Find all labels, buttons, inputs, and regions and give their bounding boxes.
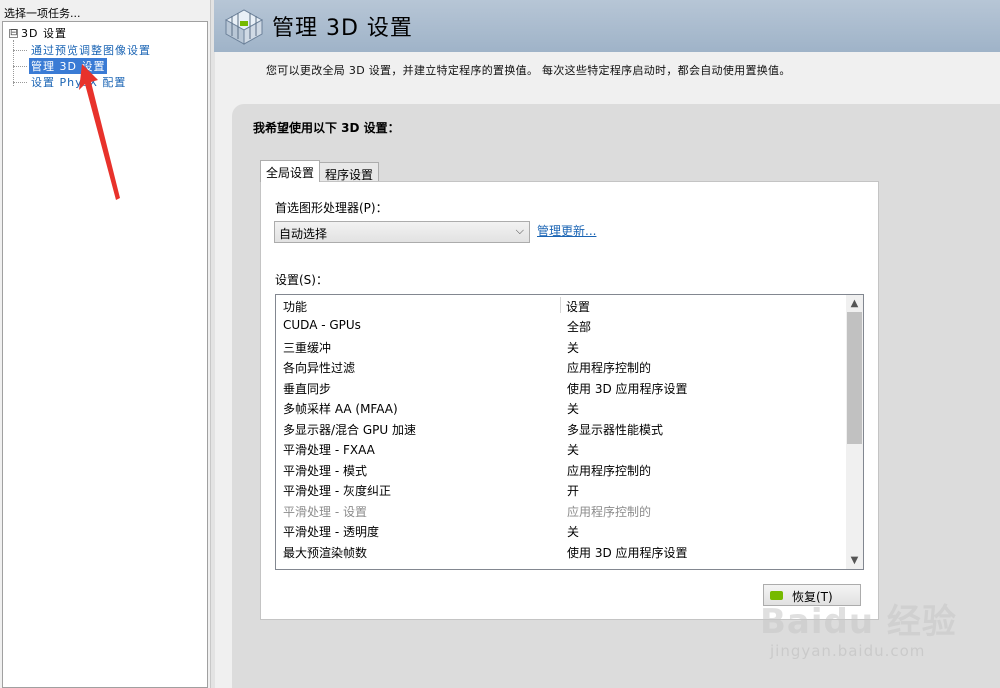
tree-item-adjust-image-preview[interactable]: 通过预览调整图像设置 [13,42,153,58]
setting-cell[interactable]: 多显示器性能模式 [567,421,663,438]
preferred-gpu-label: 首选图形处理器(P)： [275,201,388,215]
table-row[interactable]: 最大预渲染帧数 使用 3D 应用程序设置 [276,541,846,561]
scroll-up-icon[interactable]: ▲ [846,295,863,312]
setting-cell[interactable]: 全部 [567,318,591,335]
table-row[interactable]: 平滑处理 - 设置 应用程序控制的 [276,500,846,520]
column-header-feature[interactable]: 功能 [283,298,307,315]
page-description: 您可以更改全局 3D 设置，并建立特定程序的置换值。 每次这些特定程序启动时，都… [266,64,791,77]
feature-cell: 垂直同步 [283,381,332,396]
settings-tabs: 全局设置 程序设置 [260,160,380,182]
page-title: 管理 3D 设置 [272,16,413,41]
table-row[interactable]: CUDA - GPUs 全部 [276,315,846,335]
vertical-scrollbar[interactable]: ▲ ▼ [846,295,863,569]
table-row[interactable]: 各向异性过滤 应用程序控制的 [276,356,846,376]
feature-cell: 各向异性过滤 [283,361,356,375]
tab-content: 首选图形处理器(P)： 自动选择 ⌵ 管理更新... 设置(S)： 功能 设置 … [260,181,879,620]
table-row[interactable]: 平滑处理 - 灰度纠正 开 [276,479,846,499]
tree-item-label[interactable]: 通过预览调整图像设置 [29,42,153,58]
feature-cell: 多帧采样 AA (MFAA) [283,402,398,416]
pane-splitter[interactable] [210,0,215,688]
preferred-gpu-select[interactable]: 自动选择 ⌵ [274,221,530,243]
setting-cell[interactable]: 使用 3D 应用程序设置 [567,380,688,397]
feature-cell: 最大预渲染帧数 [283,545,368,560]
watermark-text: Baidu 经验 [760,602,957,642]
table-row[interactable]: 平滑处理 - FXAA 关 [276,438,846,458]
manage-updates-link[interactable]: 管理更新... [537,222,596,239]
section-heading: 我希望使用以下 3D 设置： [253,121,400,135]
feature-cell: 三重缓冲 [283,340,332,355]
setting-cell[interactable]: 开 [567,482,579,499]
column-header-setting[interactable]: 设置 [566,298,590,315]
feature-cell: 平滑处理 - 设置 [283,504,367,519]
feature-cell: 平滑处理 - FXAA [283,443,375,457]
table-row[interactable]: 三重缓冲 关 [276,336,846,356]
feature-cell: CUDA - GPUs [283,318,361,332]
setting-cell[interactable]: 使用 3D 应用程序设置 [567,544,688,561]
tree-root-3d-settings[interactable]: ⊟ 3D 设置 [9,25,67,41]
task-pane: 选择一项任务... ⊟ 3D 设置 通过预览调整图像设置 管理 3D 设置 设置… [0,0,210,688]
scroll-track[interactable] [846,312,863,552]
settings-table[interactable]: 功能 设置 CUDA - GPUs 全部 三重缓冲关各向异性过滤 应用程序控制的 垂直同… [275,294,864,570]
table-row[interactable]: 多显示器/混合 GPU 加速 多显示器性能模式 [276,418,846,438]
baidu-watermark: Baidu 经验 jingyan.baidu.com [760,586,996,686]
setting-cell[interactable]: 关 [567,441,579,458]
tree-branch-line [13,49,27,51]
tree-branch-line [13,65,27,67]
column-divider[interactable] [560,297,561,313]
settings-label: 设置(S)： [275,273,328,287]
scroll-down-icon[interactable]: ▼ [846,552,863,569]
collapse-icon[interactable]: ⊟ [9,28,18,38]
setting-cell[interactable]: 关 [567,339,579,356]
3d-settings-icon [224,9,264,45]
tab-program-settings[interactable]: 程序设置 [319,162,380,182]
red-arrow-annotation-icon [79,64,120,200]
table-row[interactable]: 多帧采样 AA (MFAA) 关 [276,397,846,417]
setting-cell[interactable]: 关 [567,523,579,540]
feature-cell: 平滑处理 - 透明度 [283,525,379,539]
preferred-gpu-value: 自动选择 [279,227,328,241]
table-row[interactable]: 平滑处理 - 模式 应用程序控制的 [276,459,846,479]
feature-cell: 平滑处理 - 模式 [283,463,367,478]
setting-cell[interactable]: 应用程序控制的 [567,503,651,520]
tree-root-label[interactable]: 3D 设置 [21,25,67,41]
setting-cell[interactable]: 应用程序控制的 [567,462,651,479]
table-row[interactable]: 垂直同步 使用 3D 应用程序设置 [276,377,846,397]
setting-cell[interactable]: 应用程序控制的 [567,359,651,376]
tab-global-settings[interactable]: 全局设置 [260,160,321,182]
tree-branch-line [13,81,27,83]
table-row[interactable]: 平滑处理 - 透明度 关 [276,520,846,540]
chevron-down-icon: ⌵ [515,224,524,237]
watermark-url: jingyan.baidu.com [770,642,926,660]
table-header: 功能 设置 [276,295,846,315]
task-pane-title: 选择一项任务... [4,7,81,20]
feature-cell: 多显示器/混合 GPU 加速 [283,422,416,437]
scroll-thumb[interactable] [847,312,862,444]
feature-cell: 平滑处理 - 灰度纠正 [283,484,391,498]
page-header: 管理 3D 设置 [214,0,1000,52]
setting-cell[interactable]: 关 [567,400,579,417]
